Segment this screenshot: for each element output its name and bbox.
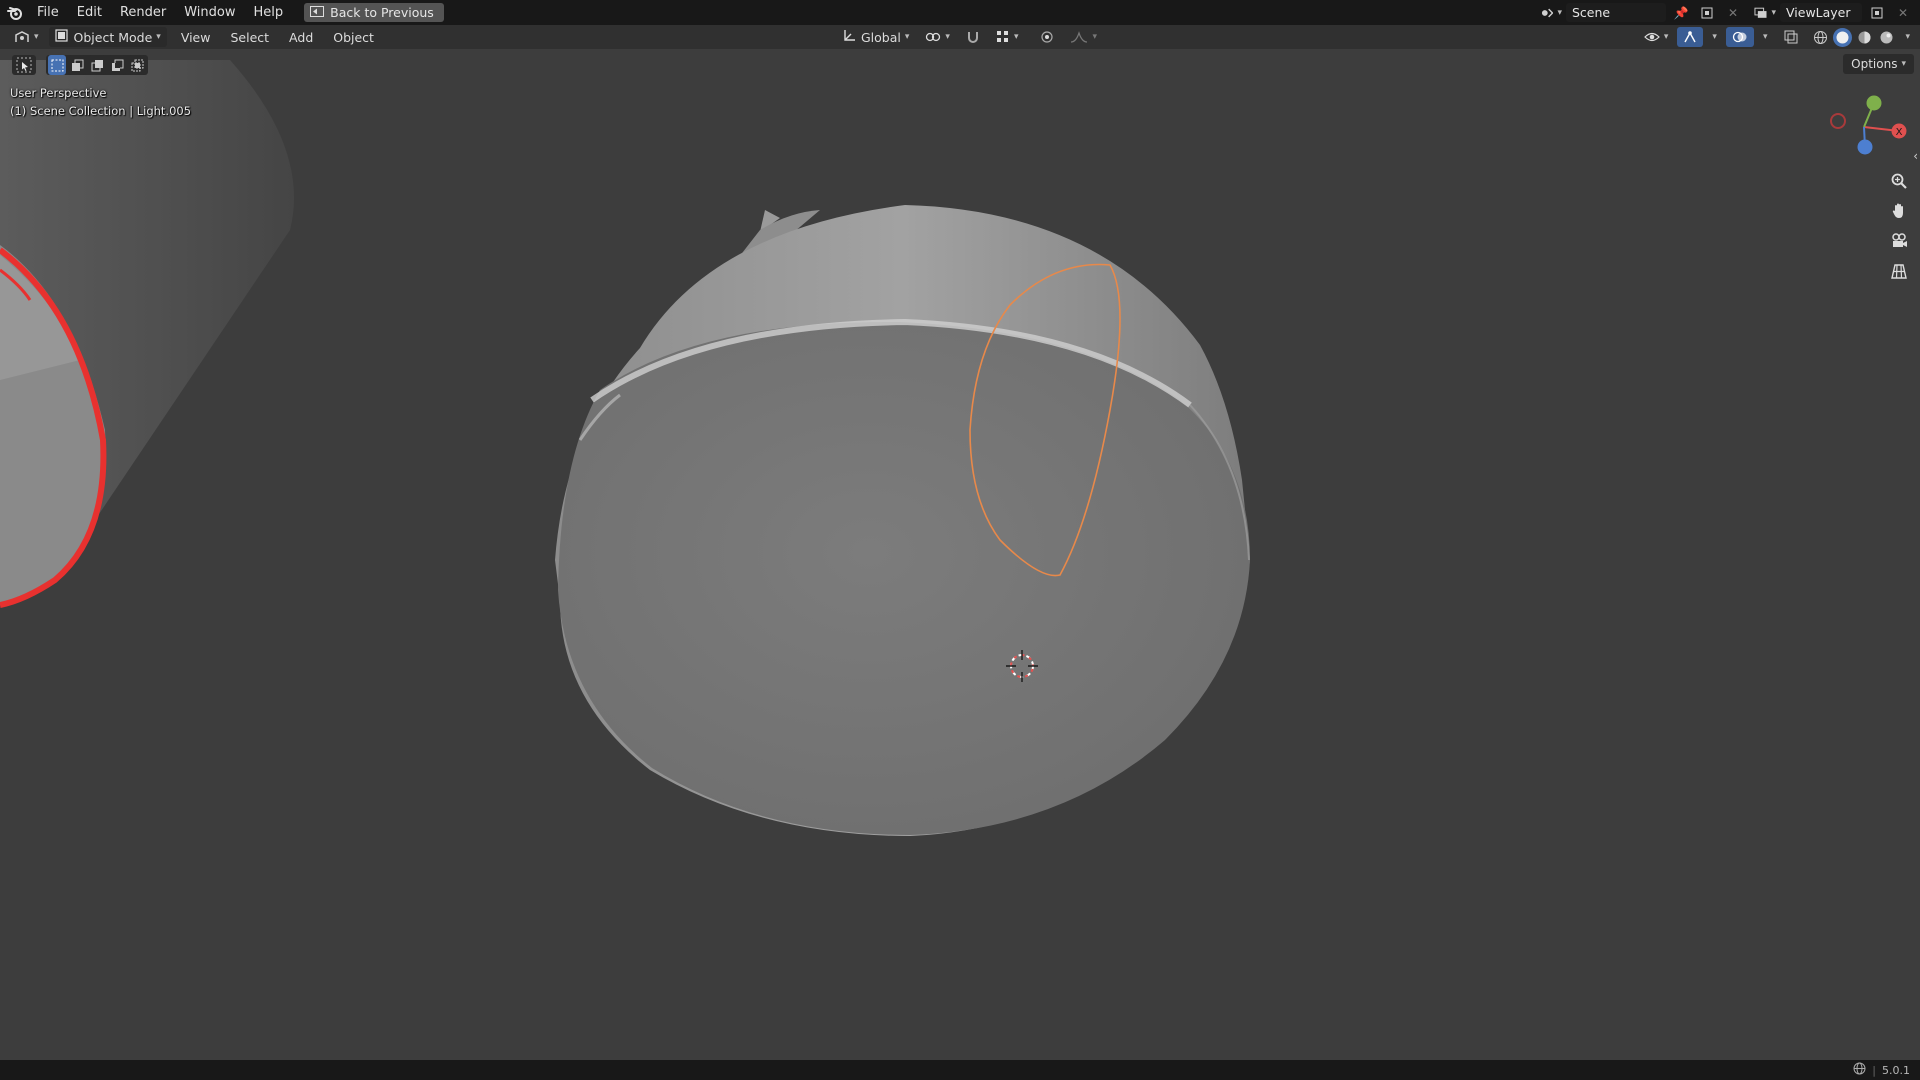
- status-bar: | 5.0.1: [0, 1060, 1920, 1080]
- scene-selector-icon[interactable]: ▾: [1540, 3, 1562, 22]
- gizmo-toggle[interactable]: [1677, 27, 1704, 47]
- object-mode-icon: [54, 29, 68, 45]
- 3d-viewport[interactable]: X ‹: [0, 49, 1920, 1060]
- eye-icon: [1644, 32, 1660, 42]
- proportional-edit-icon: [1041, 31, 1054, 43]
- back-screen-icon: [310, 5, 325, 20]
- gizmo-z-axis: [1857, 139, 1873, 155]
- network-icon: [1853, 1062, 1866, 1078]
- menu-view[interactable]: View: [175, 27, 217, 47]
- hand-pan-icon[interactable]: [1886, 198, 1912, 224]
- options-dropdown[interactable]: Options ▾: [1843, 54, 1914, 74]
- menu-file[interactable]: File: [28, 0, 68, 25]
- menu-render[interactable]: Render: [111, 0, 175, 25]
- rendered-sphere-icon: [1880, 31, 1893, 43]
- camera-view-icon[interactable]: [1886, 228, 1912, 254]
- pivot-point-button[interactable]: ▾: [919, 27, 956, 47]
- pivot-icon: [926, 32, 941, 42]
- menu-add[interactable]: Add: [283, 27, 319, 47]
- solid-sphere-icon: [1836, 31, 1849, 43]
- sidebar-toggle-icon[interactable]: ‹: [1913, 149, 1918, 163]
- transform-orientation-dropdown[interactable]: Global ▾: [836, 27, 915, 47]
- back-button-label: Back to Previous: [330, 5, 434, 20]
- visibility-selectability-button[interactable]: ▾: [1638, 27, 1675, 47]
- select-intersect-icon[interactable]: [128, 55, 146, 75]
- navigation-gizmo[interactable]: X: [1830, 95, 1907, 155]
- version-label: 5.0.1: [1882, 1063, 1910, 1077]
- scene-name-field[interactable]: Scene: [1566, 3, 1666, 22]
- view-layer-selector-icon[interactable]: ▾: [1754, 3, 1776, 22]
- wireframe-shading-button[interactable]: [1811, 28, 1830, 47]
- menu-object[interactable]: Object: [327, 27, 380, 47]
- new-view-layer-icon[interactable]: [1866, 3, 1888, 22]
- mode-dropdown[interactable]: Object Mode ▾: [48, 27, 167, 47]
- falloff-curve-icon: [1071, 31, 1088, 43]
- select-invert-icon[interactable]: [108, 55, 126, 75]
- grid-ortho-icon[interactable]: [1886, 258, 1912, 284]
- magnet-icon: [967, 32, 978, 43]
- overlays-toggle[interactable]: [1725, 27, 1754, 47]
- gizmo-y-axis: [1866, 95, 1882, 111]
- scene-render: X: [0, 60, 1907, 836]
- options-label: Options: [1851, 57, 1898, 71]
- status-separator: |: [1872, 1063, 1876, 1077]
- menu-edit[interactable]: Edit: [68, 0, 111, 25]
- select-subtract-icon[interactable]: [88, 55, 106, 75]
- snap-target-button[interactable]: ▾: [990, 27, 1025, 47]
- snap-toggle[interactable]: [960, 27, 986, 47]
- orientation-label: Global: [861, 29, 901, 45]
- viewport-collection-label: (1) Scene Collection | Light.005: [10, 104, 192, 118]
- snap-grid-icon: [996, 31, 1008, 42]
- proportional-edit-toggle[interactable]: [1034, 27, 1060, 47]
- select-extend-icon[interactable]: [68, 55, 86, 75]
- back-to-previous-button[interactable]: Back to Previous: [304, 3, 444, 22]
- shading-dropdown[interactable]: ▾: [1899, 27, 1912, 47]
- menu-help[interactable]: Help: [245, 0, 293, 25]
- selection-mode-group: [46, 55, 148, 75]
- select-tool-icon[interactable]: [12, 55, 36, 75]
- material-preview-button[interactable]: [1855, 28, 1874, 47]
- zoom-icon[interactable]: [1886, 168, 1912, 194]
- delete-view-layer-icon[interactable]: ✕: [1892, 3, 1914, 22]
- gizmo-x-label: X: [1896, 127, 1903, 138]
- wireframe-sphere-icon: [1814, 30, 1828, 44]
- chevron-down-icon: ▾: [156, 32, 161, 42]
- mode-label: Object Mode: [73, 29, 153, 45]
- gizmo-icon: [1684, 31, 1697, 43]
- new-scene-icon[interactable]: [1696, 3, 1718, 22]
- orientation-axes-icon: [842, 29, 856, 46]
- overlays-dropdown[interactable]: ▾: [1757, 27, 1770, 47]
- editor-type-icon: [15, 31, 29, 42]
- top-bar: File Edit Render Window Help Back to Pre…: [0, 0, 1920, 25]
- view-layer-field[interactable]: ViewLayer: [1780, 3, 1862, 22]
- menu-window[interactable]: Window: [175, 0, 244, 25]
- xray-toggle[interactable]: [1778, 27, 1804, 47]
- viewport-perspective-label: User Perspective: [10, 86, 107, 100]
- solid-shading-button[interactable]: [1833, 27, 1853, 47]
- rendered-shading-button[interactable]: [1877, 28, 1896, 47]
- tool-settings: [12, 54, 148, 76]
- select-new-icon[interactable]: [48, 55, 66, 75]
- gizmo-dropdown[interactable]: ▾: [1706, 27, 1719, 47]
- blender-logo-icon[interactable]: [2, 0, 28, 25]
- menu-select[interactable]: Select: [224, 27, 275, 47]
- falloff-button[interactable]: ▾: [1064, 27, 1103, 47]
- cylinder-object[interactable]: [555, 205, 1250, 836]
- selected-cylinder-object[interactable]: [0, 60, 294, 608]
- material-sphere-icon: [1858, 31, 1871, 43]
- delete-scene-icon[interactable]: ✕: [1722, 3, 1744, 22]
- viewport-header: ▾ Object Mode ▾ View Select Add Object G…: [0, 25, 1920, 49]
- editor-type-button[interactable]: ▾: [8, 27, 45, 47]
- overlays-icon: [1732, 31, 1747, 43]
- xray-icon: [1784, 30, 1798, 44]
- pin-icon[interactable]: 📌: [1670, 3, 1692, 22]
